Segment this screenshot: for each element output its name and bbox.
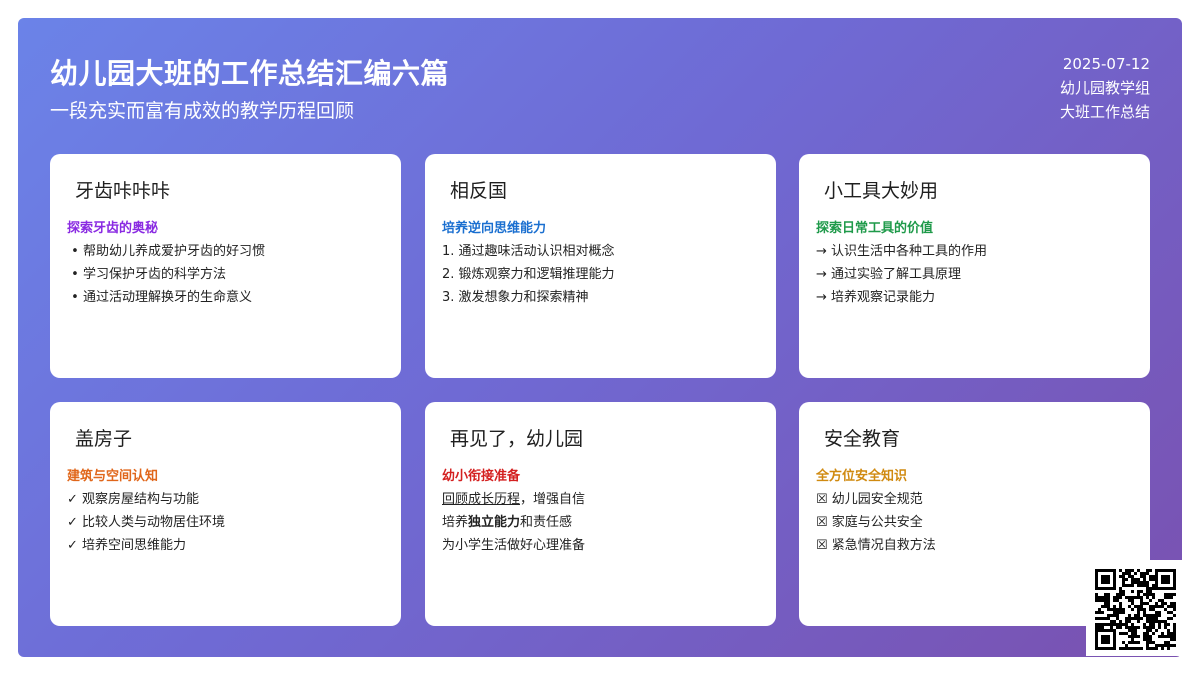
list-item: ☒ 紧急情况自救方法	[816, 538, 936, 553]
list-item: • 学习保护牙齿的科学方法	[67, 263, 385, 286]
list-item: • 帮助幼儿养成爱护牙齿的好习惯	[67, 240, 385, 263]
list-item: ☒ 家庭与公共安全	[816, 515, 923, 530]
card-list: → 认识生活中各种工具的作用 → 通过实验了解工具原理 → 培养观察记录能力	[816, 240, 1134, 309]
list-item: ✓ 培养空间思维能力	[67, 538, 187, 553]
card-tools: 小工具大妙用 探索日常工具的价值 → 认识生活中各种工具的作用 → 通过实验了解…	[799, 154, 1150, 378]
date-label: 2025-07-12	[1062, 55, 1150, 73]
bullet-dot-icon: •	[71, 267, 79, 282]
card-subtitle: 全方位安全知识	[816, 469, 908, 484]
list-item: 1. 通过趣味活动认识相对概念	[442, 244, 615, 259]
card-subtitle: 探索牙齿的奥秘	[67, 221, 159, 236]
card-title: 小工具大妙用	[824, 180, 939, 202]
list-item: → 认识生活中各种工具的作用	[816, 244, 988, 259]
qr-code-icon[interactable]	[1086, 560, 1182, 656]
card-opposites: 相反国 培养逆向思维能力 1. 通过趣味活动认识相对概念 2. 锻炼观察力和逻辑…	[425, 154, 776, 378]
page-title: 幼儿园大班的工作总结汇编六篇	[50, 57, 450, 90]
card-subtitle: 建筑与空间认知	[67, 469, 159, 484]
card-list: 1. 通过趣味活动认识相对概念 2. 锻炼观察力和逻辑推理能力 3. 激发想象力…	[442, 240, 760, 309]
list-item: 为小学生活做好心理准备	[442, 538, 586, 553]
list-item: 培养独立能力和责任感	[442, 515, 573, 530]
card-title: 再见了，幼儿园	[450, 428, 584, 450]
list-item: ✓ 观察房屋结构与功能	[67, 492, 200, 507]
card-title: 盖房子	[75, 428, 133, 450]
card-teeth: 牙齿咔咔咔 探索牙齿的奥秘 • 帮助幼儿养成爱护牙齿的好习惯 • 学习保护牙齿的科学…	[50, 154, 401, 378]
card-subtitle: 探索日常工具的价值	[816, 221, 934, 236]
list-item: ✓ 比较人类与动物居住环境	[67, 515, 226, 530]
list-item: 回顾成长历程，增强自信	[442, 492, 586, 507]
card-list: ☒ 幼儿园安全规范 ☒ 家庭与公共安全 ☒ 紧急情况自救方法	[816, 488, 1134, 557]
list-item: • 通过活动理解换牙的生命意义	[67, 286, 385, 309]
card-list: ✓ 观察房屋结构与功能 ✓ 比较人类与动物居住环境 ✓ 培养空间思维能力	[67, 488, 385, 557]
card-subtitle: 培养逆向思维能力	[442, 221, 547, 236]
underlined-text: 回顾成长历程	[442, 492, 521, 507]
slide-background: 幼儿园大班的工作总结汇编六篇 一段充实而富有成效的教学历程回顾 2025-07-…	[18, 18, 1182, 657]
tag-label: 大班工作总结	[1059, 103, 1150, 121]
list-item: ☒ 幼儿园安全规范	[816, 492, 923, 507]
card-building: 盖房子 建筑与空间认知 ✓ 观察房屋结构与功能 ✓ 比较人类与动物居住环境 ✓ …	[50, 402, 401, 626]
list-item: → 培养观察记录能力	[816, 290, 936, 305]
group-label: 幼儿园教学组	[1059, 79, 1150, 97]
list-item: → 通过实验了解工具原理	[816, 267, 962, 282]
qr-code-graphic	[1086, 560, 1182, 656]
card-title: 牙齿咔咔咔	[75, 180, 171, 202]
card-list: • 帮助幼儿养成爱护牙齿的好习惯 • 学习保护牙齿的科学方法 • 通过活动理解换牙的生…	[67, 240, 385, 309]
card-list: 回顾成长历程，增强自信 培养独立能力和责任感 为小学生活做好心理准备	[442, 488, 760, 557]
bullet-dot-icon: •	[71, 244, 79, 259]
list-item: 2. 锻炼观察力和逻辑推理能力	[442, 267, 615, 282]
bullet-dot-icon: •	[71, 290, 79, 305]
card-title: 相反国	[450, 180, 508, 202]
page-subtitle: 一段充实而富有成效的教学历程回顾	[50, 100, 355, 122]
bold-text: 独立能力	[468, 515, 521, 530]
card-goodbye: 再见了，幼儿园 幼小衔接准备 回顾成长历程，增强自信 培养独立能力和责任感 为小…	[425, 402, 776, 626]
header-meta: 2025-07-12 幼儿园教学组 大班工作总结	[1060, 52, 1150, 124]
list-item: 3. 激发想象力和探索精神	[442, 290, 589, 305]
card-subtitle: 幼小衔接准备	[442, 469, 521, 484]
card-title: 安全教育	[824, 428, 901, 450]
